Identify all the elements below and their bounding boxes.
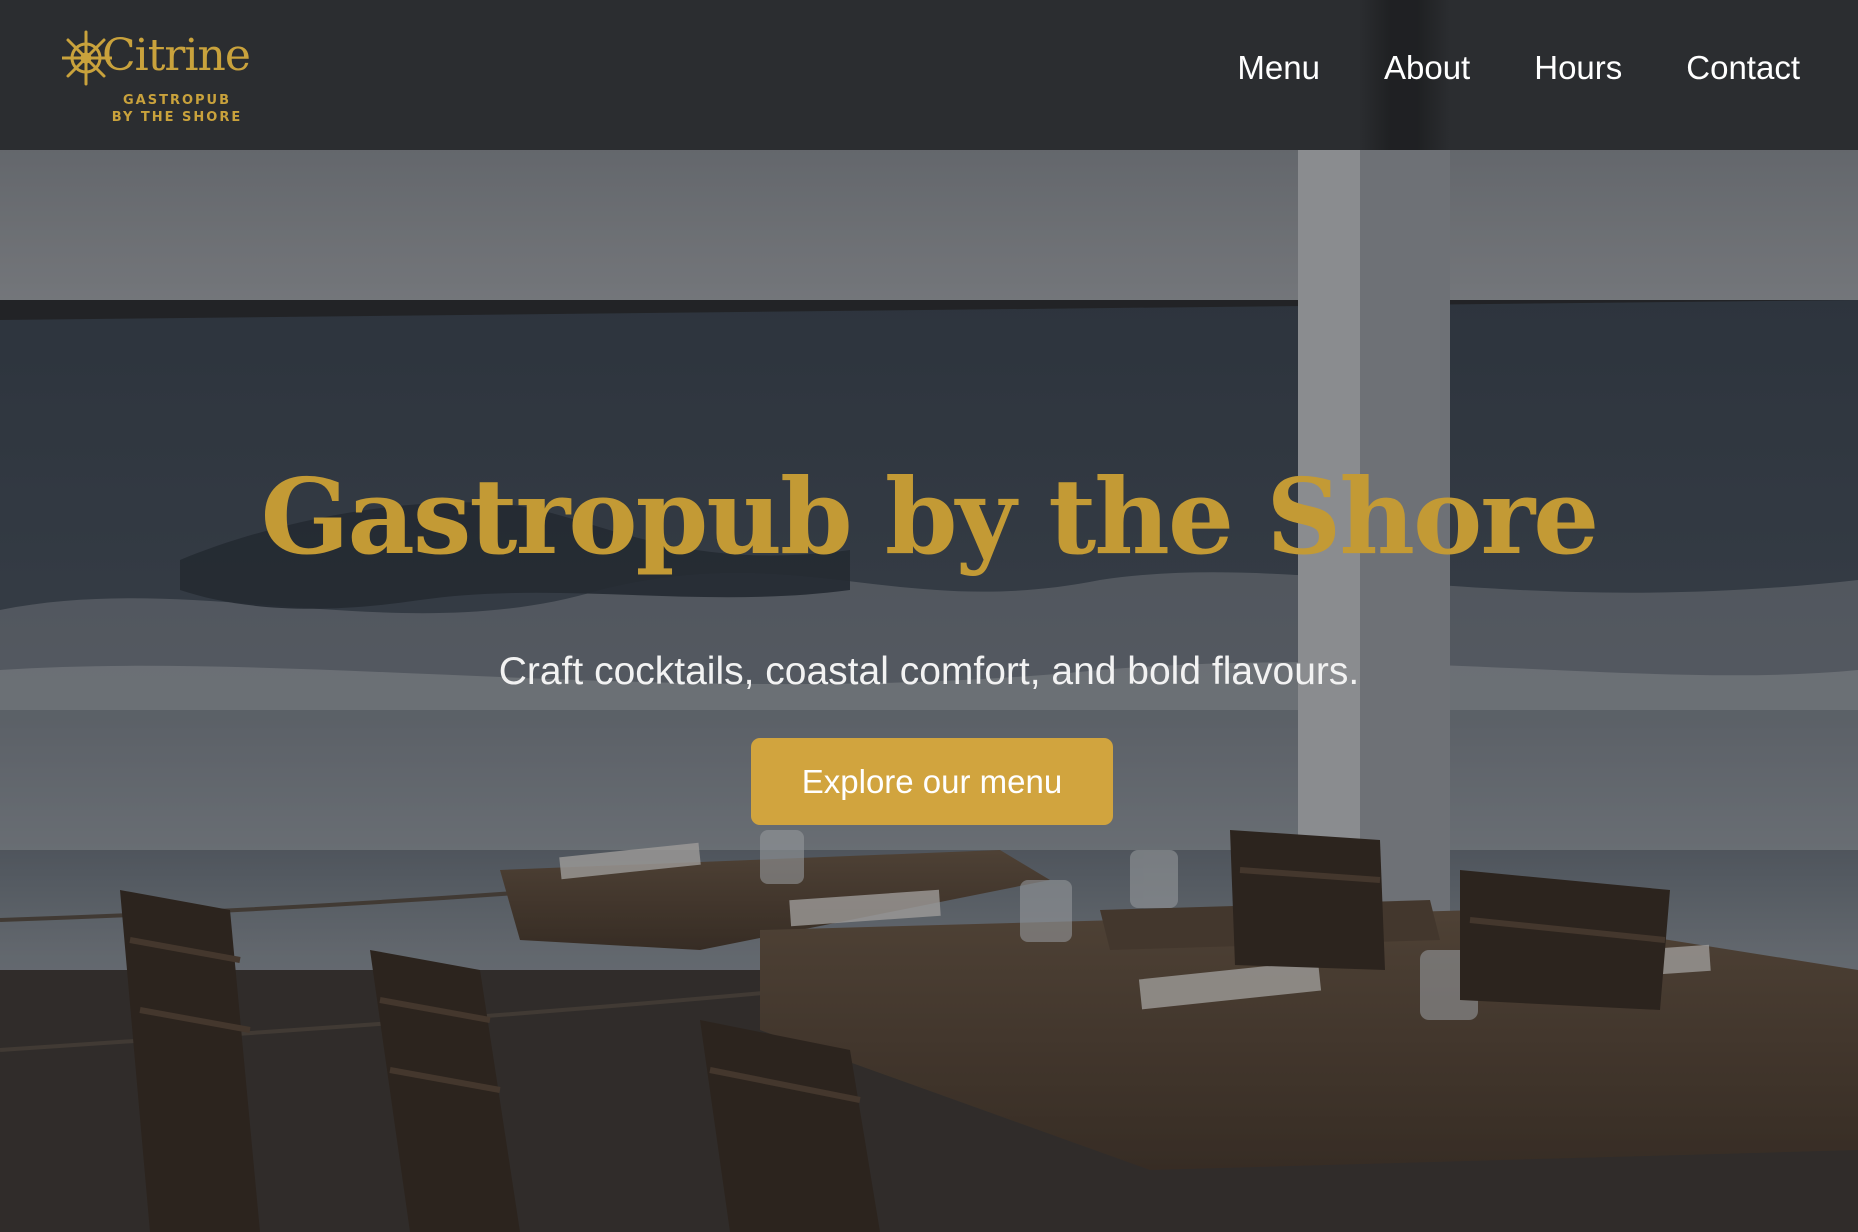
nav-link-hours[interactable]: Hours	[1534, 48, 1622, 88]
brand-tagline-line1: GASTROPUB	[122, 93, 232, 108]
nav-link-about[interactable]: About	[1384, 48, 1470, 88]
brand-logo[interactable]: Citrine GASTROPUB BY THE SHORE	[62, 18, 262, 130]
brand-tagline-line2: BY THE SHORE	[111, 110, 243, 125]
nav-link-menu[interactable]: Menu	[1237, 48, 1320, 88]
hero-subtitle: Craft cocktails, coastal comfort, and bo…	[498, 650, 1360, 693]
main-nav: Menu About Hours Contact	[1237, 48, 1800, 88]
hero-title: Gastropub by the Shore	[260, 455, 1600, 578]
explore-menu-button[interactable]: Explore our menu	[751, 738, 1113, 825]
site-header: Citrine GASTROPUB BY THE SHORE Menu Abou…	[0, 0, 1858, 150]
landing-page: Citrine GASTROPUB BY THE SHORE Menu Abou…	[0, 0, 1858, 1232]
brand-name: Citrine	[102, 30, 251, 81]
nav-link-contact[interactable]: Contact	[1686, 48, 1800, 88]
hero-section: Gastropub by the Shore Craft cocktails, …	[0, 150, 1858, 1232]
